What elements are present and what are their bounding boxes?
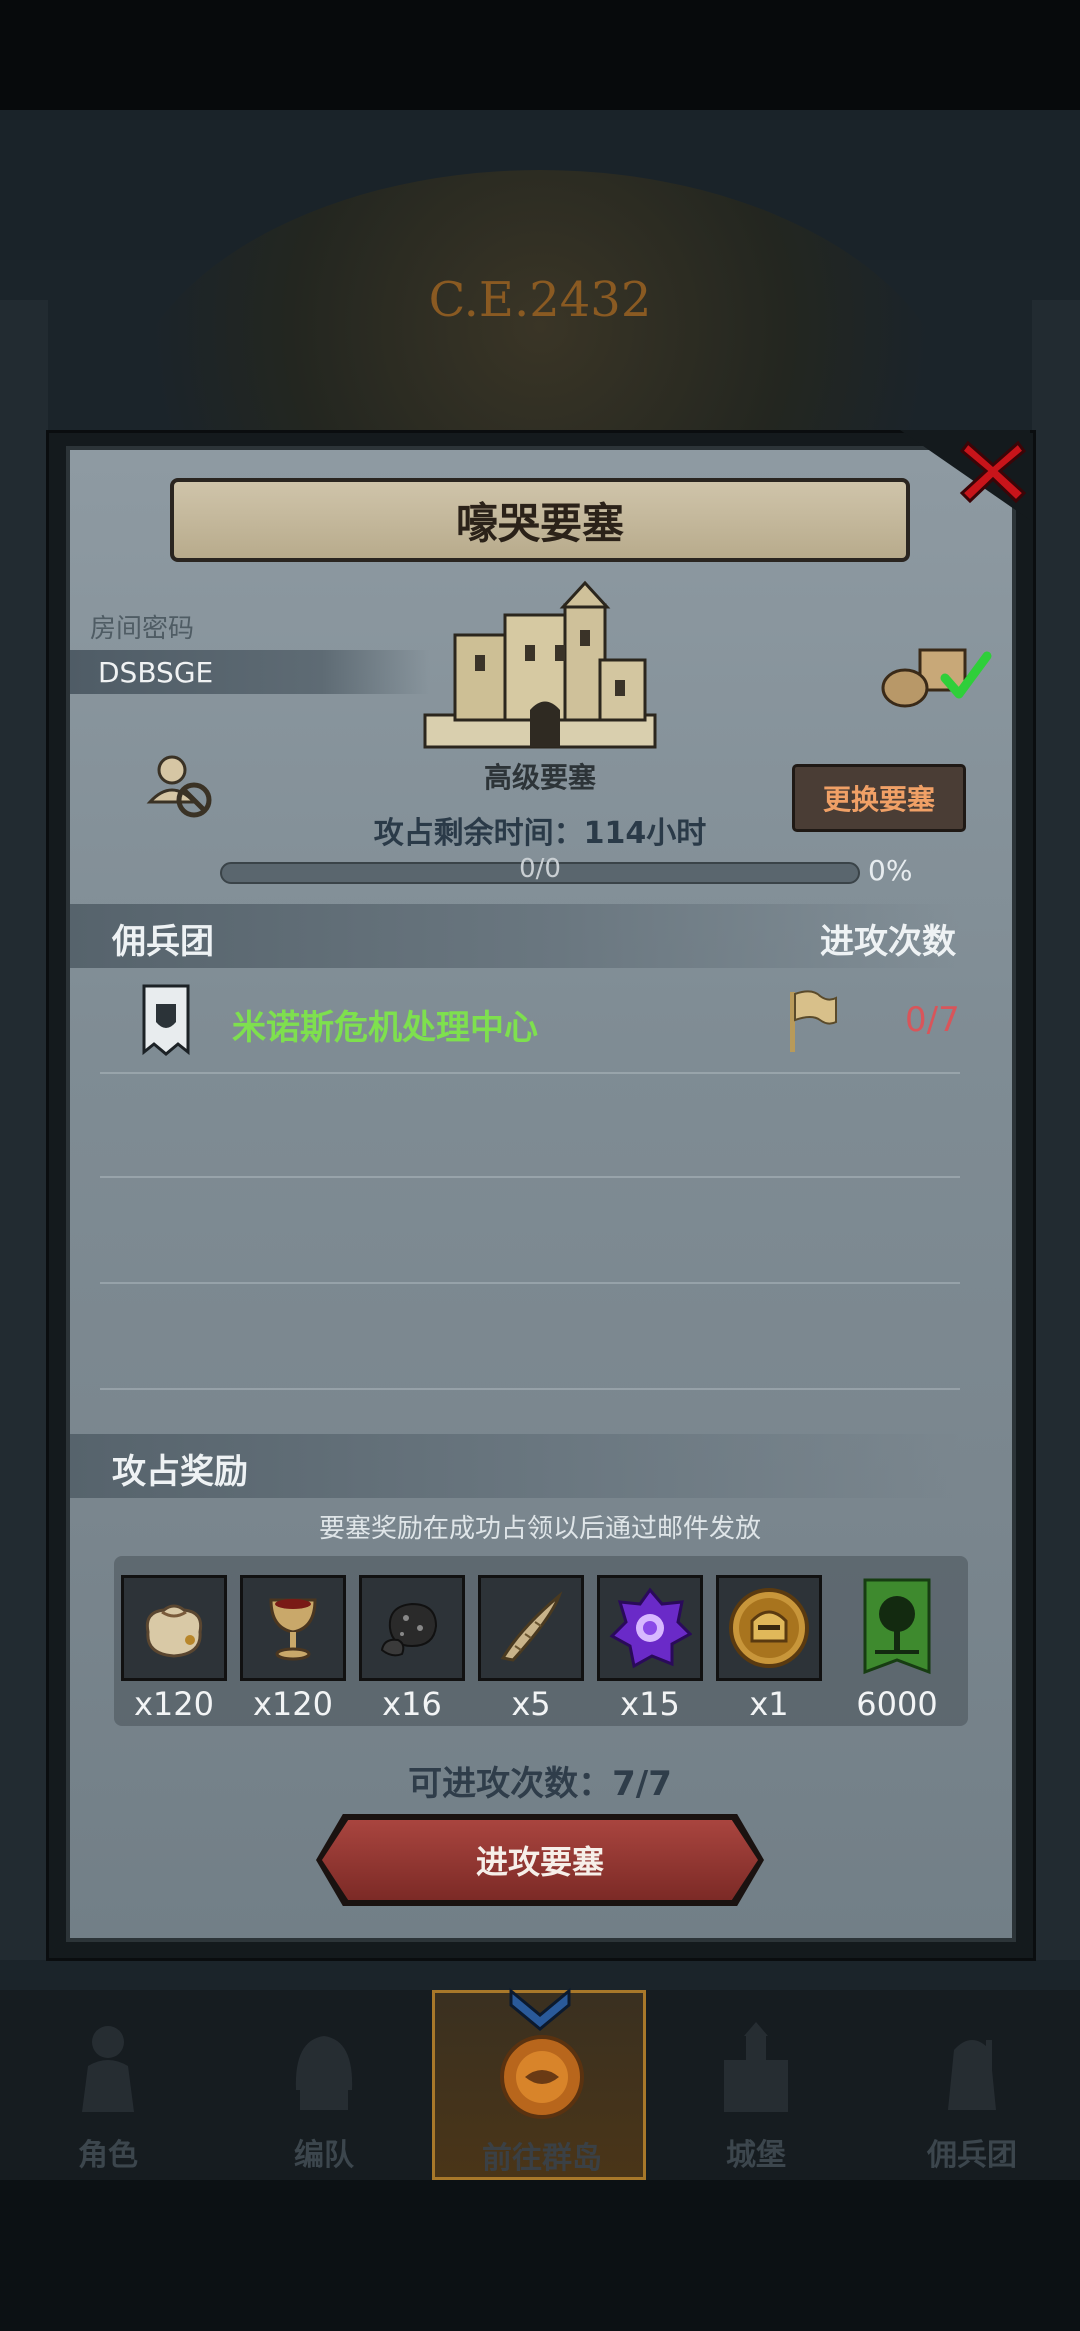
nav-label: 前往群岛: [482, 2141, 602, 2176]
helmet-icon: [295, 2036, 353, 2110]
background-right-edge: [1032, 300, 1080, 1960]
mercenary-section-title: 佣兵团: [112, 922, 214, 962]
guild-attack-count: 0/7: [905, 1000, 960, 1040]
reward-count: 6000: [856, 1685, 938, 1723]
flag-icon: [790, 990, 837, 1052]
chevron-down-icon: [509, 1987, 571, 2031]
knight-icon: [82, 2026, 134, 2112]
nav-label: 编队: [294, 2138, 354, 2173]
row-divider: [100, 1388, 960, 1390]
close-icon: [959, 440, 1026, 504]
reward-item[interactable]: x120: [121, 1575, 227, 1723]
reward-slot: [597, 1575, 703, 1681]
row-divider: [100, 1176, 960, 1178]
attacks-available: 可进攻次数：7/7: [408, 1764, 672, 1804]
row-divider: [100, 1072, 960, 1074]
reward-item[interactable]: 6000: [844, 1575, 950, 1723]
change-fortress-button[interactable]: 更换要塞: [792, 764, 966, 832]
reward-count: x16: [382, 1685, 442, 1723]
room-password-value[interactable]: DSBSGE: [98, 656, 213, 689]
rewards-note: 要塞奖励在成功占领以后通过邮件发放: [318, 1514, 761, 1544]
row-divider: [100, 1282, 960, 1284]
background-left-edge: [0, 300, 48, 1960]
room-password-label: 房间密码: [90, 614, 195, 644]
reward-slot: [240, 1575, 346, 1681]
capture-progress-text: 0/0: [519, 854, 561, 884]
reward-item[interactable]: x16: [359, 1575, 465, 1723]
reward-item[interactable]: x5: [478, 1575, 584, 1723]
capture-progress-percent: 0%: [868, 854, 913, 887]
reward-slot: [716, 1575, 822, 1681]
reward-count: x120: [252, 1685, 333, 1723]
guild-banner-icon: [142, 984, 190, 1056]
reward-slot: [121, 1575, 227, 1681]
castle-nav-icon: [724, 2022, 788, 2112]
bottom-background: [0, 2180, 1080, 2331]
reward-slot: [478, 1575, 584, 1681]
reward-count: x1: [749, 1685, 789, 1723]
reward-count: x120: [133, 1685, 214, 1723]
close-button[interactable]: [955, 430, 1030, 510]
horn-icon: [500, 1591, 563, 1662]
reward-count: x5: [511, 1685, 551, 1723]
rewards-section-title: 攻占奖励: [112, 1452, 248, 1492]
dialog-title: 嚎哭要塞: [455, 498, 624, 548]
nav-label: 佣兵团: [927, 2138, 1017, 2173]
attacks-column-header: 进攻次数: [820, 922, 956, 962]
goblet-icon: [269, 1598, 317, 1661]
attack-button-label: 进攻要塞: [475, 1843, 604, 1881]
pouch-icon: [145, 1604, 203, 1658]
nav-mercenary[interactable]: 佣兵团: [872, 1990, 1072, 2180]
time-remaining: 攻占剩余时间：114小时: [373, 816, 707, 851]
reward-item[interactable]: x15: [597, 1575, 703, 1723]
ore-icon: [380, 1602, 438, 1657]
era-label: C.E.2432: [428, 272, 652, 328]
nav-formation[interactable]: 编队: [224, 1990, 424, 2180]
nav-label: 角色: [78, 2138, 138, 2173]
reward-item[interactable]: x1: [716, 1575, 822, 1723]
title-banner: 嚎哭要塞: [170, 478, 910, 562]
nav-label: 城堡: [726, 2138, 786, 2173]
no-user-icon: [146, 755, 212, 818]
knight-coin-icon: [729, 1588, 809, 1668]
fortress-level: 高级要塞: [483, 761, 596, 794]
castle-icon: [423, 580, 657, 749]
loot-claimed-icon[interactable]: [875, 640, 995, 710]
reward-slot: [844, 1575, 950, 1681]
purple-gem-icon: [609, 1587, 692, 1669]
reward-count: x15: [620, 1685, 680, 1723]
status-bar-area: [0, 0, 1080, 110]
attack-fortress-button[interactable]: 进攻要塞: [322, 1820, 758, 1900]
reward-slot: [359, 1575, 465, 1681]
mercenary-icon: [948, 2040, 996, 2110]
reward-item[interactable]: x120: [240, 1575, 346, 1723]
guild-name[interactable]: 米诺斯危机处理中心: [232, 1000, 538, 1049]
nav-castle[interactable]: 城堡: [656, 1990, 856, 2180]
nav-character[interactable]: 角色: [8, 1990, 208, 2180]
tree-banner-icon: [863, 1578, 931, 1675]
